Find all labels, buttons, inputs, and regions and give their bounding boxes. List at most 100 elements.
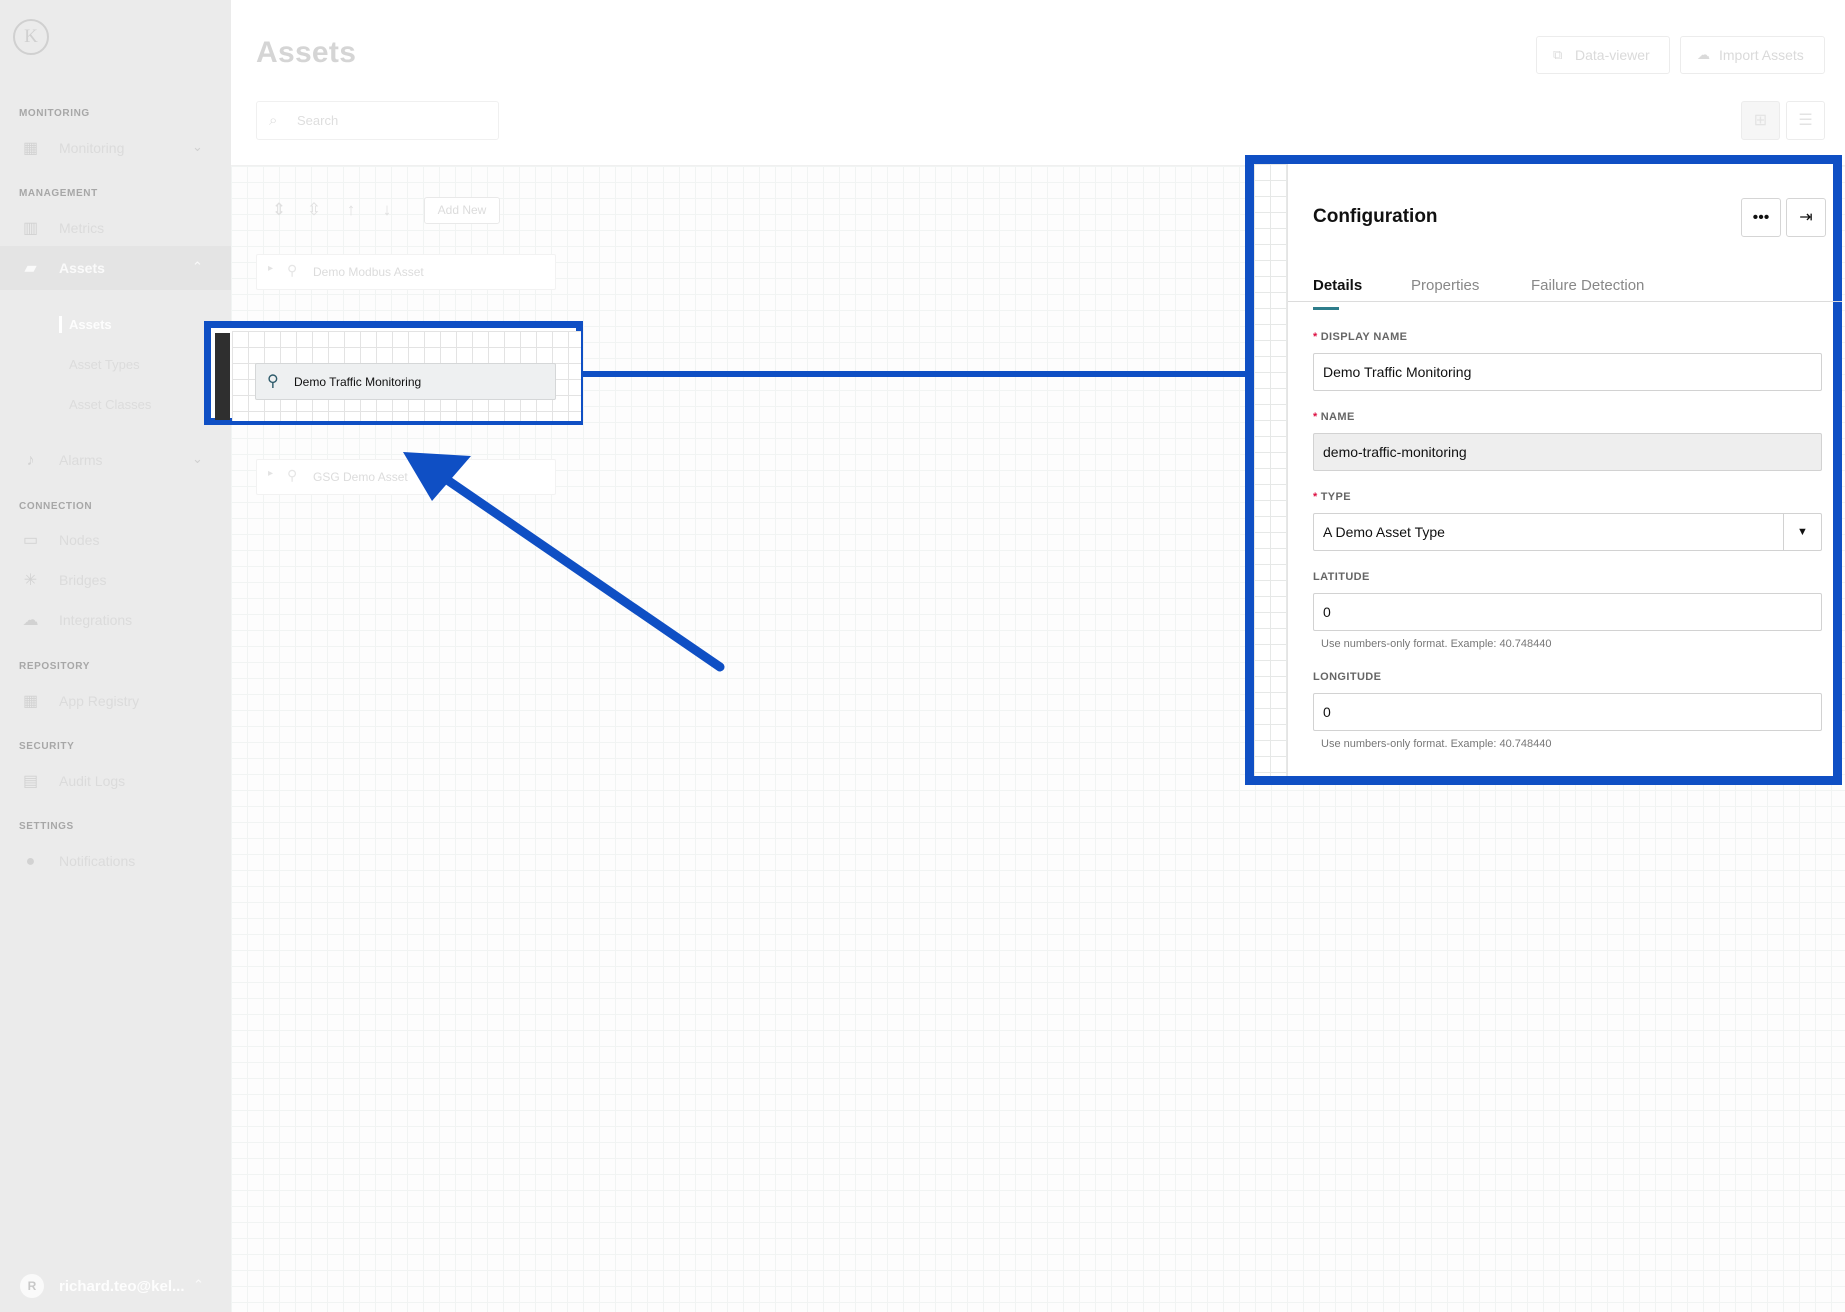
sidebar: K MONITORING ▦ Monitoring ⌄ MANAGEMENT ▥… xyxy=(0,0,231,1312)
list-view-button[interactable]: ☰ xyxy=(1786,101,1825,140)
section-security: SECURITY xyxy=(19,741,75,752)
tree-node-selected[interactable]: ⚲ Demo Traffic Monitoring xyxy=(255,363,556,400)
collapse-all-icon[interactable]: ⇳ xyxy=(299,192,329,228)
tree-node[interactable]: ▸ ⚲ Demo Modbus Asset xyxy=(256,254,556,290)
callout-grid: ⚲ Demo Traffic Monitoring xyxy=(232,331,581,421)
tree-node-label: GSG Demo Asset xyxy=(313,470,408,484)
chevron-down-icon: ⌄ xyxy=(192,451,203,466)
tab-details[interactable]: Details xyxy=(1313,277,1362,310)
config-tabs: Details Properties Failure Detection xyxy=(1288,254,1842,310)
section-management: MANAGEMENT xyxy=(19,188,98,199)
search-placeholder: Search xyxy=(297,113,339,128)
search-icon: ⌕ xyxy=(269,112,278,129)
more-options-button[interactable]: ••• xyxy=(1741,198,1781,237)
panel-title: Configuration xyxy=(1313,206,1438,227)
sidebar-item-label: Integrations xyxy=(59,612,133,628)
type-select[interactable]: A Demo Asset Type ▼ xyxy=(1313,513,1822,551)
sidebar-item-alarms[interactable]: ♪ Alarms ⌄ xyxy=(0,438,231,482)
cloud-upload-icon: ☁ xyxy=(1697,47,1710,62)
sidebar-item-assets[interactable]: ▰ Assets ⌃ xyxy=(0,246,231,290)
sidebar-item-label: Audit Logs xyxy=(59,773,126,789)
list-icon: ☰ xyxy=(1798,112,1813,129)
asset-icon: ⚲ xyxy=(287,262,298,278)
cloud-icon: ☁ xyxy=(22,612,39,629)
sidebar-subitem-asset-types[interactable]: Asset Types xyxy=(69,357,140,372)
sidebar-item-audit-logs[interactable]: ▤ Audit Logs xyxy=(0,759,231,803)
chevron-up-icon[interactable]: ⌃ xyxy=(193,1277,204,1293)
avatar[interactable]: R xyxy=(20,1274,44,1298)
sidebar-item-label: Notifications xyxy=(59,853,136,869)
latitude-hint: Use numbers-only format. Example: 40.748… xyxy=(1321,638,1552,650)
import-assets-label: Import Assets xyxy=(1719,47,1804,63)
tree-icon: ⊞ xyxy=(1753,112,1768,129)
bell-icon: ♪ xyxy=(26,452,35,469)
app-root: K MONITORING ▦ Monitoring ⌄ MANAGEMENT ▥… xyxy=(0,0,1845,1312)
sidebar-item-monitoring[interactable]: ▦ Monitoring ⌄ xyxy=(0,126,231,170)
sidebar-item-label: Assets xyxy=(59,260,105,276)
longitude-hint: Use numbers-only format. Example: 40.748… xyxy=(1321,738,1552,750)
latitude-label: LATITUDE xyxy=(1313,571,1370,583)
sidebar-item-notifications[interactable]: ● Notifications xyxy=(0,839,231,883)
tree-node-label: Demo Modbus Asset xyxy=(313,265,424,279)
page-title: Assets xyxy=(256,36,357,69)
sidebar-item-label: Metrics xyxy=(59,220,105,236)
tree-node-label: Demo Traffic Monitoring xyxy=(294,375,422,389)
assets-icon: ▰ xyxy=(24,260,37,277)
grid-icon: ▦ xyxy=(22,693,39,710)
tab-failure-detection[interactable]: Failure Detection xyxy=(1531,277,1644,294)
sidebar-item-app-registry[interactable]: ▦ App Registry xyxy=(0,679,231,723)
tree-view-button[interactable]: ⊞ xyxy=(1741,101,1780,140)
chevron-down-icon: ⌄ xyxy=(192,139,203,154)
selection-bar xyxy=(215,333,230,420)
longitude-field[interactable]: 0 xyxy=(1313,693,1822,731)
bridges-icon: ✳ xyxy=(23,572,38,589)
collapse-panel-button[interactable]: ⇥ xyxy=(1786,198,1826,237)
expand-all-icon[interactable]: ⇕ xyxy=(264,192,294,228)
caret-right-icon[interactable]: ▸ xyxy=(268,468,273,479)
display-name-field[interactable]: Demo Traffic Monitoring xyxy=(1313,353,1822,391)
section-settings: SETTINGS xyxy=(19,821,74,832)
section-monitoring: MONITORING xyxy=(19,108,90,119)
clipboard-icon: ▤ xyxy=(22,773,39,790)
sidebar-item-label: Bridges xyxy=(59,572,107,588)
sidebar-item-label: Nodes xyxy=(59,532,100,548)
tab-properties[interactable]: Properties xyxy=(1411,277,1479,294)
chart-icon: ▥ xyxy=(22,220,39,237)
display-name-label: * DISPLAY NAME xyxy=(1313,331,1408,343)
selected-node-callout: ⚲ Demo Traffic Monitoring xyxy=(204,321,583,425)
sidebar-item-integrations[interactable]: ☁ Integrations xyxy=(0,598,231,642)
sidebar-item-metrics[interactable]: ▥ Metrics xyxy=(0,206,231,250)
ellipsis-icon: ••• xyxy=(1752,209,1770,226)
traffic-camera-icon: ⚲ xyxy=(267,373,279,390)
caret-right-icon[interactable]: ▸ xyxy=(268,263,273,274)
callout-connector-line xyxy=(583,371,1248,377)
sidebar-item-label: App Registry xyxy=(59,693,140,709)
sidebar-item-bridges[interactable]: ✳ Bridges xyxy=(0,558,231,602)
name-label: * NAME xyxy=(1313,411,1355,423)
type-label: * TYPE xyxy=(1313,491,1352,503)
collapse-right-icon: ⇥ xyxy=(1799,209,1813,226)
data-viewer-button[interactable]: ⧉ Data-viewer xyxy=(1536,36,1670,74)
nodes-icon: ▭ xyxy=(22,532,39,549)
arrow-up-icon[interactable]: ↑ xyxy=(336,192,366,228)
tree-node[interactable]: ▸ ⚲ GSG Demo Asset xyxy=(256,459,556,495)
dashboard-icon: ▦ xyxy=(22,140,39,157)
sidebar-item-nodes[interactable]: ▭ Nodes xyxy=(0,518,231,562)
import-assets-button[interactable]: ☁ Import Assets xyxy=(1680,36,1825,74)
section-repository: REPOSITORY xyxy=(19,661,91,672)
logo: K xyxy=(13,19,49,55)
user-name[interactable]: richard.teo@kel... xyxy=(59,1278,185,1295)
sidebar-item-label: Alarms xyxy=(59,452,103,468)
search-input[interactable]: ⌕ Search xyxy=(256,101,499,140)
configuration-panel: Configuration ••• ⇥ Details Properties F… xyxy=(1245,155,1842,785)
latitude-field[interactable]: 0 xyxy=(1313,593,1822,631)
tree-toolbar: ⇕ ⇳ ↑ ↓ Add New xyxy=(264,192,737,231)
sidebar-subitem-asset-classes[interactable]: Asset Classes xyxy=(69,397,151,412)
caret-down-icon[interactable]: ▼ xyxy=(1783,514,1821,550)
type-select-value: A Demo Asset Type xyxy=(1323,524,1445,540)
notification-icon: ● xyxy=(25,853,36,870)
section-connection: CONNECTION xyxy=(19,501,93,512)
add-new-button[interactable]: Add New xyxy=(424,197,500,224)
sidebar-subitem-assets[interactable]: Assets xyxy=(59,316,112,333)
arrow-down-icon[interactable]: ↓ xyxy=(372,192,402,228)
